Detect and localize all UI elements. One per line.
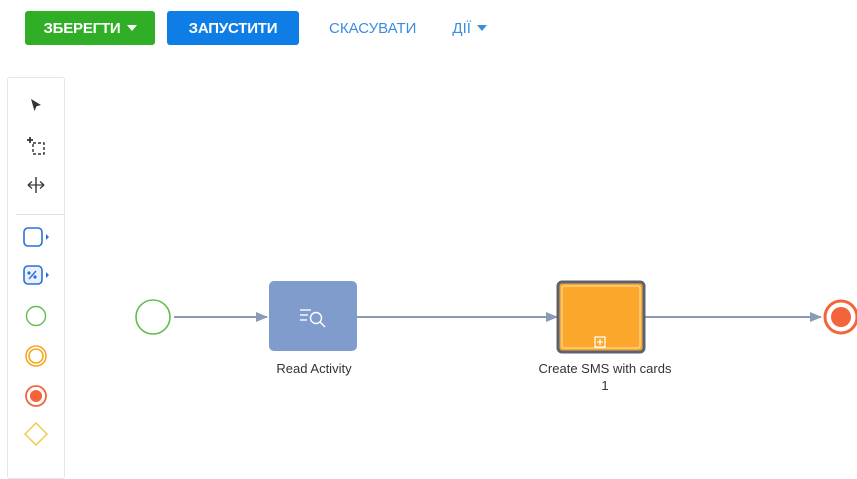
toolbar: ЗБЕРЕГТИ ЗАПУСТИТИ СКАСУВАТИ ДІЇ: [25, 10, 505, 46]
run-button-label: ЗАПУСТИТИ: [188, 19, 278, 37]
subprocess-create-sms[interactable]: [556, 280, 646, 354]
save-button-label: ЗБЕРЕГТИ: [43, 19, 121, 37]
cancel-button-label: СКАСУВАТИ: [329, 19, 417, 37]
palette-divider: [16, 214, 64, 215]
lasso-select-icon: [27, 137, 45, 155]
start-event[interactable]: [135, 299, 171, 335]
element-palette: [7, 77, 65, 479]
start-event-icon: [25, 305, 47, 327]
intermediate-event-icon: [25, 345, 47, 367]
subprocess-label-line2: 1: [601, 378, 609, 393]
process-diagram-canvas[interactable]: [64, 60, 857, 461]
gateway-icon: [24, 422, 48, 446]
cancel-button[interactable]: СКАСУВАТИ: [311, 11, 434, 45]
chevron-down-icon: [476, 25, 487, 31]
task-rounded-rect-icon: [23, 227, 49, 247]
actions-menu-button[interactable]: ДІЇ: [434, 11, 505, 45]
palette-intermediate-event[interactable]: [8, 340, 64, 372]
palette-subprocess[interactable]: [8, 259, 64, 291]
palette-task[interactable]: [8, 221, 64, 253]
run-button[interactable]: ЗАПУСТИТИ: [167, 11, 299, 45]
task-read-activity[interactable]: [269, 281, 357, 351]
actions-button-label: ДІЇ: [452, 19, 471, 37]
pointer-icon: [31, 99, 41, 111]
end-event[interactable]: [823, 299, 857, 335]
save-button[interactable]: ЗБЕРЕГТИ: [25, 11, 155, 45]
task-label: Read Activity: [276, 361, 352, 376]
pointer-tool[interactable]: [8, 90, 64, 122]
subprocess-icon: [23, 265, 49, 285]
end-event-icon: [25, 385, 47, 407]
chevron-down-icon: [126, 25, 137, 31]
palette-end-event[interactable]: [8, 380, 64, 412]
palette-start-event[interactable]: [8, 300, 64, 332]
space-tool[interactable]: [8, 169, 64, 201]
lasso-select-tool[interactable]: [8, 130, 64, 162]
subprocess-label-line1: Create SMS with cards: [538, 361, 672, 376]
palette-gateway[interactable]: [8, 418, 64, 450]
space-tool-icon: [27, 177, 45, 193]
